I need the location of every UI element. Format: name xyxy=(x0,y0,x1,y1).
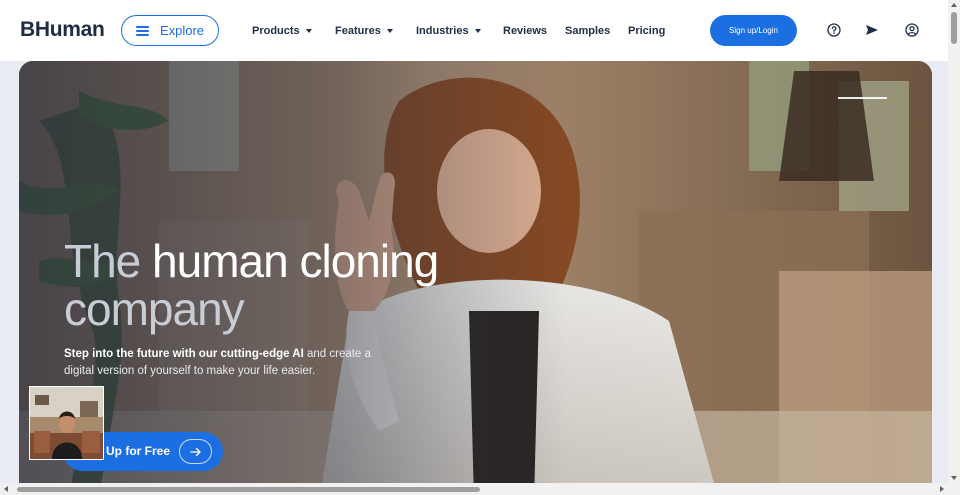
nav-item-products[interactable]: Products xyxy=(252,24,312,38)
vertical-scrollbar-thumb[interactable] xyxy=(951,12,957,44)
user-circle-icon[interactable] xyxy=(904,22,920,38)
hero-title: The human cloning company xyxy=(64,237,534,333)
caret-down-icon xyxy=(474,29,481,33)
hero-title-light: The xyxy=(64,235,153,287)
video-preview-thumbnail[interactable] xyxy=(29,386,104,460)
scroll-up-arrow-icon[interactable] xyxy=(951,3,957,7)
explore-label: Explore xyxy=(159,23,205,38)
nav-item-samples[interactable]: Samples xyxy=(565,24,610,38)
hero-subtitle-highlight: Step into the future with our cutting-ed… xyxy=(64,348,304,360)
hero-title-line2: company xyxy=(64,283,245,335)
slide-indicator[interactable] xyxy=(838,97,887,99)
page: BHuman Explore Products Features Industr… xyxy=(0,0,960,495)
horizontal-scrollbar-thumb[interactable] xyxy=(17,487,480,492)
arrow-right-icon xyxy=(179,439,212,464)
nav-label: Pricing xyxy=(628,25,666,37)
nav-item-reviews[interactable]: Reviews xyxy=(503,24,547,38)
nav-label: Reviews xyxy=(503,25,548,37)
scroll-down-arrow-icon[interactable] xyxy=(951,476,957,480)
nav-label: Industries xyxy=(416,25,469,37)
signup-login-button[interactable]: Sign up/Login xyxy=(710,15,797,46)
caret-down-icon xyxy=(386,29,393,33)
horizontal-scrollbar[interactable] xyxy=(0,483,960,495)
hero-section: The human cloning company Step into the … xyxy=(19,61,932,495)
nav-item-industries[interactable]: Industries xyxy=(416,24,481,38)
explore-button[interactable]: Explore xyxy=(121,15,219,46)
nav-label: Samples xyxy=(565,25,611,37)
cta-label: Up for Free xyxy=(106,444,171,458)
menu-icon xyxy=(135,25,149,36)
hero-title-strong: human cloning xyxy=(152,235,439,287)
presenter-video-image xyxy=(30,387,103,459)
caret-down-icon xyxy=(305,29,312,33)
scroll-left-arrow-icon[interactable] xyxy=(4,486,8,492)
nav-item-pricing[interactable]: Pricing xyxy=(628,24,665,38)
send-icon[interactable] xyxy=(864,22,880,38)
hero-subtitle: Step into the future with our cutting-ed… xyxy=(64,346,374,380)
scroll-right-arrow-icon[interactable] xyxy=(940,486,944,492)
nav-label: Features xyxy=(335,25,381,37)
vertical-scrollbar[interactable] xyxy=(948,0,960,483)
top-nav-bar: BHuman Explore Products Features Industr… xyxy=(0,0,948,61)
help-circle-icon[interactable] xyxy=(826,22,842,38)
nav-item-features[interactable]: Features xyxy=(335,24,393,38)
nav-label: Products xyxy=(252,25,300,37)
signup-label: Sign up/Login xyxy=(729,26,778,35)
logo[interactable]: BHuman xyxy=(20,18,105,42)
